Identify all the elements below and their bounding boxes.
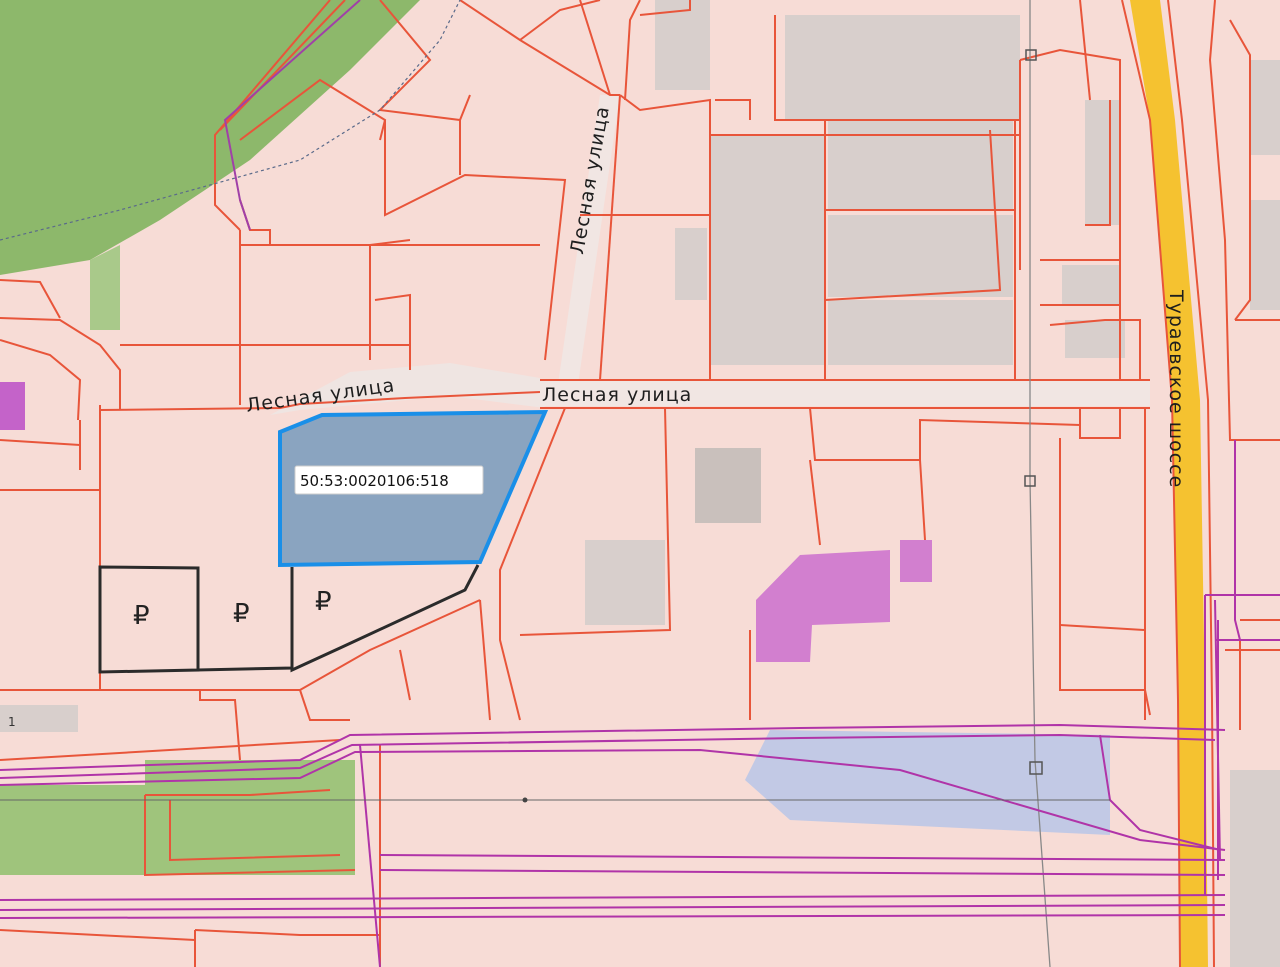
utility-point bbox=[522, 797, 528, 803]
magenta-building-left bbox=[0, 382, 25, 430]
building bbox=[1250, 200, 1280, 310]
water-area bbox=[745, 730, 1110, 835]
building bbox=[828, 300, 1013, 365]
street-label-turaevskoe: Тураевское шоссе bbox=[1165, 289, 1187, 488]
paid-parking-symbol[interactable]: ₽ bbox=[233, 599, 250, 629]
building bbox=[1230, 770, 1280, 967]
green-strip bbox=[90, 245, 120, 330]
building bbox=[710, 135, 825, 365]
building bbox=[1250, 60, 1280, 155]
cadastral-number-text: 50:53:0020106:518 bbox=[300, 472, 449, 490]
green-area-bottom-left bbox=[0, 785, 145, 875]
building bbox=[1062, 265, 1120, 305]
building bbox=[1065, 320, 1125, 358]
cadastral-map[interactable]: 50:53:0020106:518 ₽ ₽ ₽ Лесная улица Лес… bbox=[0, 0, 1280, 967]
building bbox=[585, 540, 665, 625]
cadastral-number-label[interactable]: 50:53:0020106:518 bbox=[294, 465, 484, 495]
building bbox=[675, 228, 707, 300]
building bbox=[785, 15, 1020, 120]
building bbox=[695, 448, 761, 523]
paid-parking-symbol[interactable]: ₽ bbox=[315, 587, 332, 617]
building bbox=[1085, 100, 1120, 225]
paid-parking-symbol[interactable]: ₽ bbox=[133, 601, 150, 631]
building bbox=[828, 120, 1013, 210]
parcel-number-label: 1 bbox=[8, 715, 16, 729]
street-label-lesnaya-east: Лесная улица bbox=[542, 384, 692, 406]
magenta-building-small bbox=[900, 540, 932, 582]
building bbox=[828, 215, 1013, 297]
